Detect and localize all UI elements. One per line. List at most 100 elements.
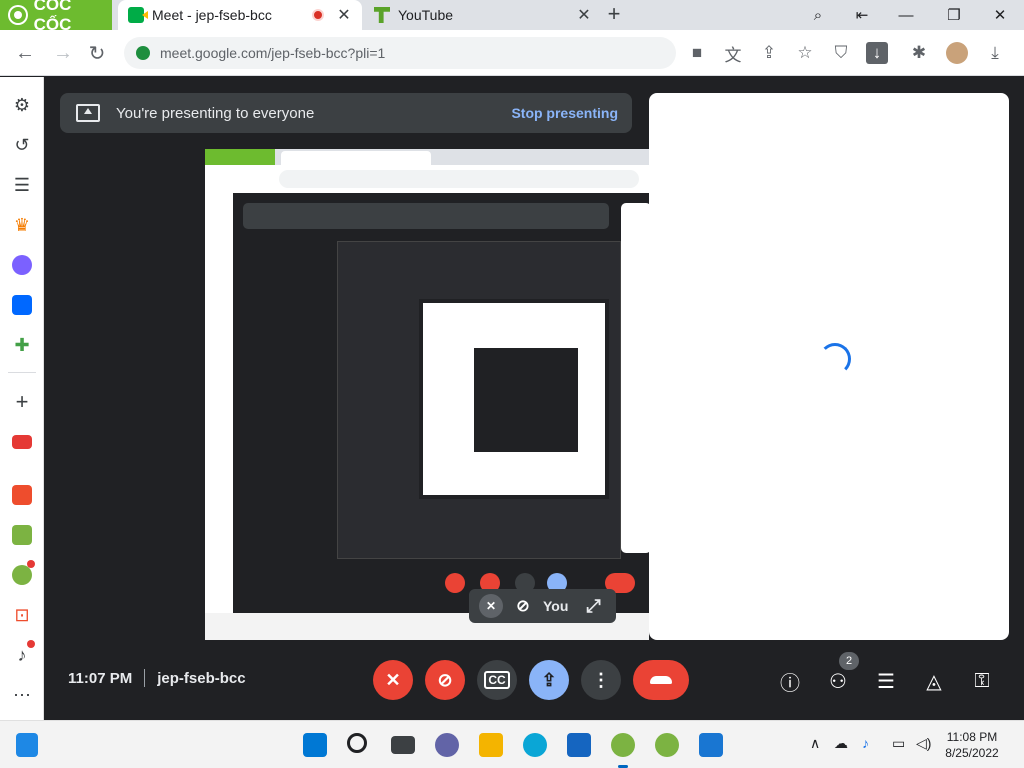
more-options-button[interactable]: ⋮ xyxy=(581,660,621,700)
stop-presenting-button[interactable]: Stop presenting xyxy=(511,105,618,121)
show-hidden-icons-icon[interactable]: ∧ xyxy=(810,735,820,752)
loading-spinner-icon xyxy=(819,343,851,375)
microphone-tray-icon[interactable]: ♪ xyxy=(862,735,869,751)
volume-icon[interactable]: ◁) xyxy=(916,735,931,752)
info-icon: ⓘ xyxy=(780,672,800,695)
people-button[interactable]: ⚇ xyxy=(824,667,852,695)
activities-shapes-icon: ◬ xyxy=(926,670,942,693)
new-tab-button[interactable]: + xyxy=(602,3,626,27)
voucher-icon[interactable] xyxy=(9,522,35,548)
edge-browser-icon[interactable] xyxy=(523,733,547,757)
coccoc-taskbar-icon[interactable] xyxy=(611,733,635,757)
tab-youtube[interactable]: YouTube ✕ xyxy=(366,0,602,30)
preview-nested-3 xyxy=(471,345,581,455)
meeting-time: 11:07 PM xyxy=(68,669,133,687)
close-tab-icon[interactable]: ✕ xyxy=(334,5,354,25)
bookmark-star-icon[interactable]: ☆ xyxy=(794,42,816,64)
preview-banner xyxy=(243,203,609,229)
teams-chat-icon[interactable] xyxy=(435,733,459,757)
side-panel xyxy=(649,93,1009,640)
people-icon: ⚇ xyxy=(829,670,847,693)
app-layers-icon[interactable] xyxy=(699,733,723,757)
windows-start-icon[interactable] xyxy=(303,733,327,757)
tab-meet[interactable]: Meet - jep-fseb-bcc ✕ xyxy=(118,0,362,30)
youtube-sidebar-icon[interactable] xyxy=(9,429,35,455)
more-vertical-icon: ⋮ xyxy=(592,669,610,690)
self-view-tile[interactable]: ✕ ⊘ You ⤢ xyxy=(469,589,616,623)
preview-tabbar xyxy=(205,149,649,165)
coccoc-menu-button[interactable]: CỐC CỐC xyxy=(0,0,112,34)
close-window-button[interactable]: ✕ xyxy=(980,0,1020,30)
captions-button[interactable]: CC xyxy=(477,660,517,700)
host-controls-button[interactable]: ⚿ xyxy=(968,667,996,695)
banner-text: You're presenting to everyone xyxy=(116,104,315,122)
history-icon[interactable]: ↺ xyxy=(9,132,35,158)
messenger-icon[interactable] xyxy=(9,252,35,278)
leave-call-button[interactable] xyxy=(633,660,689,700)
expand-icon[interactable]: ⤢ xyxy=(586,596,600,617)
game-controller-icon[interactable]: ✚ xyxy=(9,332,35,358)
notifications-bell-icon[interactable]: ♪ xyxy=(9,640,35,668)
more-options-icon[interactable]: ⋯ xyxy=(9,682,35,708)
address-bar[interactable]: meet.google.com/jep-fseb-bcc?pli=1 xyxy=(124,37,676,69)
reading-list-icon[interactable]: ☰ xyxy=(9,172,35,198)
presenting-banner: You're presenting to everyone Stop prese… xyxy=(60,93,632,133)
close-tab-icon[interactable]: ✕ xyxy=(574,5,594,25)
camera-icon[interactable]: ■ xyxy=(686,42,708,64)
extensions-puzzle-icon[interactable]: ✱ xyxy=(908,42,930,64)
camera-off-icon: ⊘ xyxy=(516,598,530,615)
screen-share-preview xyxy=(205,149,649,640)
zalo-icon[interactable] xyxy=(9,292,35,318)
reload-button[interactable]: ↻ xyxy=(82,38,112,68)
forward-button[interactable]: → xyxy=(48,38,78,68)
secure-lock-icon xyxy=(136,46,150,60)
restore-tabs-icon[interactable]: ⇤ xyxy=(842,0,882,30)
cloud-icon[interactable]: ☁ xyxy=(834,735,848,752)
microsoft-store-icon[interactable] xyxy=(567,733,591,757)
shopping-cart-icon[interactable]: ⊡ xyxy=(9,602,35,628)
shopee-icon[interactable] xyxy=(9,482,35,508)
camera-off-icon: ⊘ xyxy=(437,669,453,690)
sidebar-divider xyxy=(8,372,36,373)
add-sidebar-app-icon[interactable]: + xyxy=(9,389,35,415)
widgets-icon[interactable] xyxy=(16,733,38,757)
coccoc-taskbar-icon-2[interactable] xyxy=(655,733,679,757)
present-now-button[interactable]: ⇪ xyxy=(529,660,569,700)
task-view-icon[interactable] xyxy=(391,736,415,754)
meeting-info: 11:07 PM jep-fseb-bcc xyxy=(68,669,246,687)
coccoc-extension-icon[interactable] xyxy=(9,560,35,588)
settings-gear-icon[interactable]: ⚙ xyxy=(9,92,35,118)
maximize-button[interactable]: ❐ xyxy=(934,0,974,30)
coccoc-logo-icon xyxy=(8,5,28,25)
self-label: You xyxy=(543,598,569,614)
hang-up-phone-icon xyxy=(650,676,672,684)
preview-panel xyxy=(621,203,649,553)
camera-toggle-button[interactable]: ⊘ xyxy=(425,660,465,700)
youtube-tab-icon xyxy=(374,7,390,23)
mic-off-icon: ✕ xyxy=(479,594,503,618)
shield-icon[interactable]: ⛉ xyxy=(830,42,852,64)
info-divider xyxy=(144,669,146,687)
search-icon[interactable] xyxy=(347,733,367,753)
network-icon[interactable]: ▭ xyxy=(892,735,905,752)
activities-button[interactable]: ◬ xyxy=(920,667,948,695)
translate-icon[interactable]: 文 xyxy=(722,42,744,65)
file-explorer-icon[interactable] xyxy=(479,733,503,757)
crown-icon[interactable]: ♛ xyxy=(9,212,35,238)
mic-off-icon: ✕ xyxy=(385,669,401,690)
profile-avatar[interactable] xyxy=(946,42,968,64)
download-manager-icon[interactable]: ↓ xyxy=(866,42,888,64)
recording-indicator-icon xyxy=(312,9,324,21)
meeting-details-button[interactable]: ⓘ xyxy=(776,667,804,695)
tab-title: Meet - jep-fseb-bcc xyxy=(152,7,272,23)
screen-capture-icon[interactable]: ⌕ xyxy=(798,0,838,30)
chat-button[interactable]: ☰ xyxy=(872,667,900,695)
microphone-toggle-button[interactable]: ✕ xyxy=(373,660,413,700)
preview-mic-icon xyxy=(445,573,465,593)
minimize-button[interactable]: — xyxy=(886,0,926,30)
system-clock[interactable]: 11:08 PM 8/25/2022 xyxy=(934,729,1010,761)
share-icon[interactable]: ⇪ xyxy=(758,42,780,64)
downloads-icon[interactable]: ⤓ xyxy=(984,42,1006,64)
back-button[interactable]: ← xyxy=(10,38,40,68)
closed-captions-icon: CC xyxy=(484,671,510,689)
